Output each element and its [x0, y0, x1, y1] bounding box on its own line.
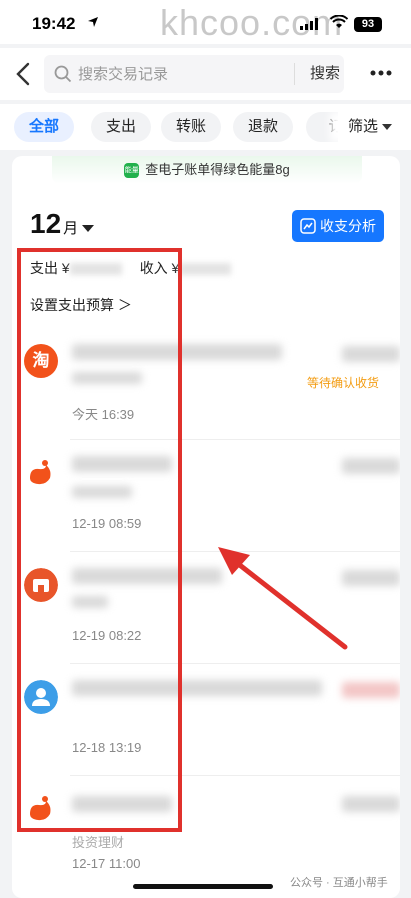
- search-icon: [54, 65, 72, 83]
- blurred-amount: [342, 796, 400, 812]
- analysis-label: 收支分析: [320, 218, 376, 234]
- more-options-icon[interactable]: [370, 70, 392, 76]
- blurred-amount: [342, 458, 400, 474]
- income-expense-analysis-button[interactable]: 收支分析: [292, 210, 384, 242]
- filter-label: 筛选: [348, 118, 379, 135]
- status-bar: 19:42 khcoo.com 93: [0, 0, 411, 44]
- footer-watermark: 公众号 · 互通小帮手: [290, 877, 388, 889]
- chart-icon: [300, 218, 316, 234]
- status-time: 19:42: [32, 14, 76, 33]
- search-button[interactable]: 搜索: [306, 55, 344, 93]
- banner-text: 查电子账单得绿色能量8g: [145, 162, 290, 177]
- filter-bar: 全部 支出 转账 退款 订 筛选: [0, 104, 411, 150]
- filter-chip-expense[interactable]: 支出: [91, 112, 151, 142]
- month-unit: 月: [63, 220, 79, 237]
- battery-indicator: 93: [354, 17, 382, 32]
- search-divider: [294, 63, 295, 85]
- red-arrow-annotation: [218, 547, 348, 650]
- month-selector[interactable]: 12 月: [30, 208, 95, 240]
- blurred-amount: [342, 346, 400, 362]
- dropdown-triangle-icon: [382, 124, 393, 131]
- filter-chip-transfer[interactable]: 转账: [161, 112, 221, 142]
- transaction-category: 投资理财: [72, 835, 125, 850]
- month-dropdown-icon: [82, 225, 95, 233]
- search-input[interactable]: [78, 55, 288, 93]
- red-highlight-box: [17, 248, 182, 832]
- blurred-amount: [342, 682, 400, 698]
- wifi-icon: [330, 15, 348, 28]
- month-number: 12: [30, 208, 62, 239]
- filter-chip-all[interactable]: 全部: [14, 112, 74, 142]
- transaction-time: 12-17 11:00: [72, 856, 141, 871]
- order-status: 等待确认收货: [307, 376, 380, 390]
- filter-button[interactable]: 筛选: [338, 112, 408, 142]
- search-box: 搜索: [44, 55, 344, 93]
- search-header: 搜索: [0, 48, 411, 100]
- blurred-amount: [342, 570, 400, 586]
- income-amount-blurred: [179, 263, 232, 276]
- home-indicator[interactable]: [133, 884, 273, 889]
- filter-chip-refund[interactable]: 退款: [233, 112, 293, 142]
- energy-banner[interactable]: 能量 查电子账单得绿色能量8g: [52, 156, 362, 184]
- signal-icon: [300, 18, 318, 30]
- energy-badge: 能量: [124, 163, 140, 179]
- location-arrow-icon: [88, 17, 98, 27]
- back-arrow-icon[interactable]: [12, 60, 36, 88]
